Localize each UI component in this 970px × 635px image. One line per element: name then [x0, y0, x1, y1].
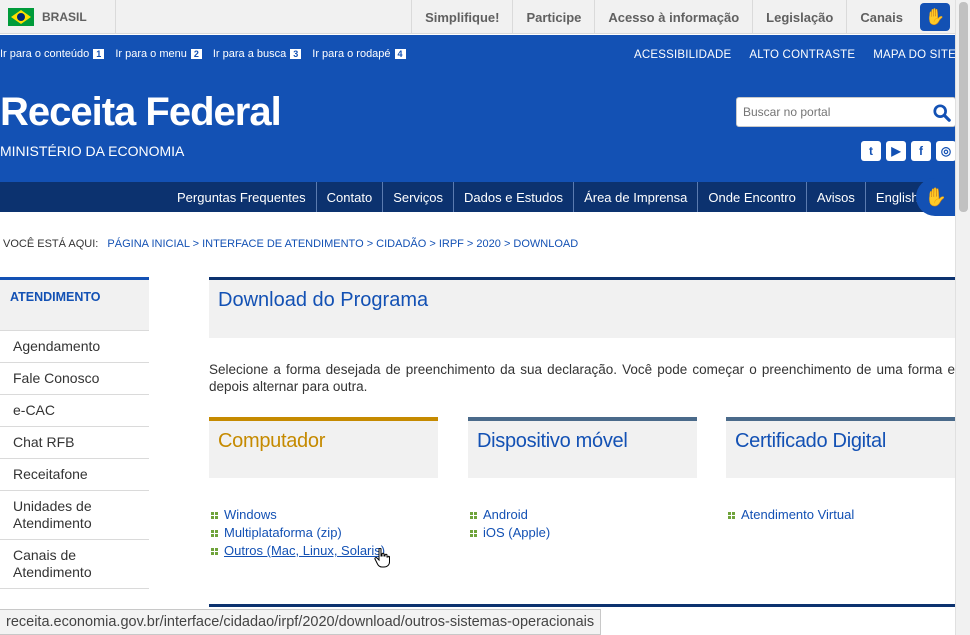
nav-item-area-imprensa[interactable]: Área de Imprensa	[574, 182, 699, 212]
accessibility-link[interactable]: ACESSIBILIDADE	[634, 49, 731, 61]
bullet-icon	[470, 511, 477, 519]
download-link-multiplataforma[interactable]: Multiplataforma (zip)	[211, 524, 438, 542]
bullet-icon	[211, 529, 218, 537]
skip-to-footer[interactable]: Ir para o rodapé 4	[312, 48, 406, 60]
bullet-icon	[728, 511, 735, 519]
skip-links: Ir para o conteúdo 1 Ir para o menu 2 Ir p…	[0, 48, 417, 60]
gov-link-canais[interactable]: Canais	[846, 0, 916, 34]
brazil-flag-icon	[8, 8, 34, 26]
gov-link-participe[interactable]: Participe	[512, 0, 594, 34]
gov-link-legislacao[interactable]: Legislação	[752, 0, 846, 34]
brasil-link[interactable]: BRASIL	[0, 0, 116, 34]
card-title-dispositivo-movel: Dispositivo móvel	[468, 417, 697, 478]
link-atendimento-virtual[interactable]: Atendimento Virtual	[728, 506, 955, 524]
nav-item-dados-estudos[interactable]: Dados e Estudos	[454, 182, 575, 212]
bullet-icon	[211, 511, 218, 519]
sidebar-item-receitafone[interactable]: Receitafone	[0, 458, 149, 490]
nav-item-contato[interactable]: Contato	[317, 182, 384, 212]
social-icons: t ▶ f ◎	[856, 141, 956, 161]
browser-status-bar: receita.economia.gov.br/interface/cidada…	[0, 609, 602, 635]
vertical-scrollbar[interactable]	[955, 0, 970, 635]
site-header: Ir para o conteúdo 1 Ir para o menu 2 Ir p…	[0, 35, 970, 182]
main-nav: Perguntas Frequentes Contato Serviços Da…	[0, 182, 970, 212]
nav-item-servicos[interactable]: Serviços	[383, 182, 455, 212]
card-title-certificado-digital: Certificado Digital	[726, 417, 955, 478]
search-box	[736, 97, 956, 127]
instagram-icon[interactable]: ◎	[936, 141, 956, 161]
download-link-android[interactable]: Android	[470, 506, 697, 524]
sidebar: ATENDIMENTO Agendamento Fale Conosco e-C…	[0, 277, 149, 589]
sidebar-heading: ATENDIMENTO	[0, 277, 149, 330]
accessibility-links: ACESSIBILIDADE ALTO CONTRASTE MAPA DO SI…	[616, 49, 956, 61]
download-link-outros[interactable]: Outros (Mac, Linux, Solaris)	[211, 542, 438, 560]
sidebar-item-canais-atendimento[interactable]: Canais de Atendimento	[0, 539, 149, 589]
sidebar-item-ecac[interactable]: e-CAC	[0, 394, 149, 426]
site-subtitle: MINISTÉRIO DA ECONOMIA	[0, 143, 185, 159]
hand-cursor-icon	[374, 548, 390, 568]
facebook-icon[interactable]: f	[911, 141, 931, 161]
twitter-icon[interactable]: t	[861, 141, 881, 161]
gov-top-bar: BRASIL Simplifique! Participe Acesso à i…	[0, 0, 970, 34]
site-title[interactable]: Receita Federal	[0, 90, 282, 135]
sidebar-item-unidades-atendimento[interactable]: Unidades de Atendimento	[0, 490, 149, 539]
gov-links: Simplifique! Participe Acesso à informaç…	[411, 0, 916, 34]
high-contrast-link[interactable]: ALTO CONTRASTE	[749, 49, 855, 61]
sidebar-item-agendamento[interactable]: Agendamento	[0, 330, 149, 362]
nav-item-perguntas-frequentes[interactable]: Perguntas Frequentes	[167, 182, 317, 212]
breadcrumb: VOCÊ ESTÁ AQUI: PÁGINA INICIAL > INTERFA…	[3, 238, 578, 250]
nav-item-onde-encontro[interactable]: Onde Encontro	[698, 182, 807, 212]
skip-to-content[interactable]: Ir para o conteúdo 1	[0, 48, 105, 60]
section-divider	[209, 604, 955, 607]
intro-text: Selecione a forma desejada de preenchime…	[209, 362, 955, 394]
bullet-icon	[470, 529, 477, 537]
download-link-windows[interactable]: Windows	[211, 506, 438, 524]
search-icon[interactable]	[933, 104, 951, 122]
gov-link-simplifique[interactable]: Simplifique!	[411, 0, 512, 34]
scrollbar-thumb[interactable]	[959, 2, 968, 212]
main-content: Download do Programa Selecione a forma d…	[209, 277, 955, 558]
page-title: Download do Programa	[209, 277, 955, 338]
card-computador: Computador Windows Multiplataforma (zip)…	[209, 417, 438, 560]
vlibras-hands-icon[interactable]: ✋	[920, 3, 950, 31]
breadcrumb-label: VOCÊ ESTÁ AQUI:	[3, 238, 99, 250]
breadcrumb-trail[interactable]: PÁGINA INICIAL > INTERFACE DE ATENDIMENT…	[107, 238, 578, 250]
youtube-icon[interactable]: ▶	[886, 141, 906, 161]
download-link-ios[interactable]: iOS (Apple)	[470, 524, 697, 542]
search-input[interactable]	[737, 105, 927, 119]
bullet-icon	[211, 547, 218, 555]
site-map-link[interactable]: MAPA DO SITE	[873, 49, 956, 61]
skip-to-menu[interactable]: Ir para o menu 2	[115, 48, 202, 60]
skip-to-search[interactable]: Ir para a busca 3	[213, 48, 302, 60]
vlibras-widget-icon[interactable]: ✋	[916, 178, 956, 216]
nav-item-avisos[interactable]: Avisos	[807, 182, 866, 212]
sidebar-item-fale-conosco[interactable]: Fale Conosco	[0, 362, 149, 394]
gov-link-acesso-informacao[interactable]: Acesso à informação	[594, 0, 752, 34]
card-dispositivo-movel: Dispositivo móvel Android iOS (Apple)	[468, 417, 697, 542]
sidebar-item-chat-rfb[interactable]: Chat RFB	[0, 426, 149, 458]
card-title-computador: Computador	[209, 417, 438, 478]
brasil-label: BRASIL	[42, 10, 87, 24]
card-certificado-digital: Certificado Digital Atendimento Virtual	[726, 417, 955, 524]
